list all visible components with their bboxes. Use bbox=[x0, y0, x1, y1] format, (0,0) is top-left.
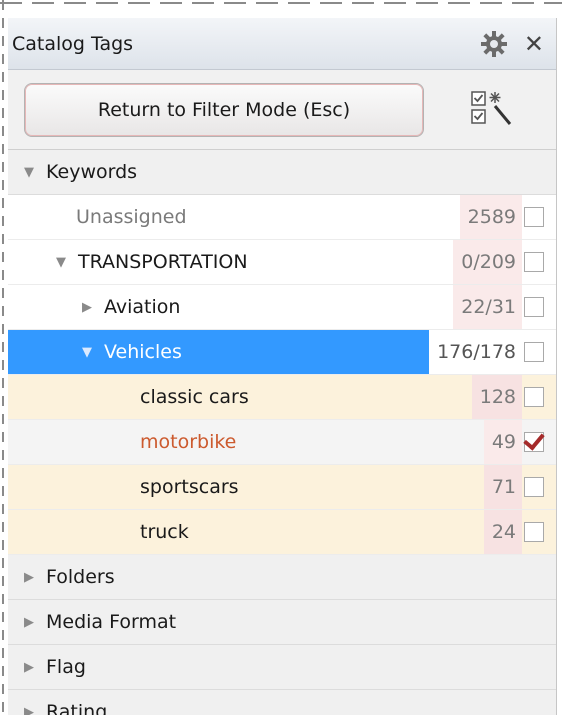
tree-item-label: Aviation bbox=[104, 296, 181, 318]
tag-count: 128 bbox=[471, 375, 522, 419]
tag-count: 71 bbox=[483, 465, 522, 509]
tree-item-label: sportscars bbox=[140, 476, 239, 498]
tag-checkbox[interactable] bbox=[524, 207, 544, 227]
section-label: Folders bbox=[46, 566, 115, 588]
tree-section-folders[interactable]: ▶ Folders bbox=[8, 555, 556, 600]
tree-item-classic-cars[interactable]: classic cars 128 bbox=[8, 375, 556, 420]
tree-item-label: motorbike bbox=[140, 431, 237, 453]
panel-toolbar: Return to Filter Mode (Esc) bbox=[8, 70, 556, 150]
tag-count: 22/31 bbox=[453, 285, 522, 329]
tag-checkbox[interactable] bbox=[524, 297, 544, 317]
expand-toggle-icon[interactable]: ▶ bbox=[24, 570, 46, 585]
tree-section-keywords[interactable]: ▼ Keywords bbox=[8, 150, 556, 195]
checklist-wand-icon[interactable] bbox=[468, 86, 516, 134]
expand-toggle-icon[interactable]: ▶ bbox=[24, 705, 46, 715]
catalog-tags-panel: Catalog Tags ✕ Return to Filter Mode (Es… bbox=[8, 18, 557, 715]
tag-count: 176/178 bbox=[428, 330, 522, 374]
tree-item-sportscars[interactable]: sportscars 71 bbox=[8, 465, 556, 510]
tag-checkbox-checked[interactable] bbox=[524, 432, 544, 452]
tree-item-transportation[interactable]: ▼ TRANSPORTATION 0/209 bbox=[8, 240, 556, 285]
panel-drag-border-left bbox=[0, 0, 6, 715]
panel-titlebar: Catalog Tags ✕ bbox=[8, 18, 556, 70]
tag-count: 24 bbox=[483, 510, 522, 554]
tree-item-aviation[interactable]: ▶ Aviation 22/31 bbox=[8, 285, 556, 330]
return-to-filter-mode-button[interactable]: Return to Filter Mode (Esc) bbox=[24, 82, 424, 137]
expand-toggle-icon[interactable]: ▶ bbox=[24, 660, 46, 675]
section-label: Flag bbox=[46, 656, 86, 678]
tag-count: 49 bbox=[483, 420, 522, 464]
tree-item-unassigned[interactable]: Unassigned 2589 bbox=[8, 195, 556, 240]
panel-title: Catalog Tags bbox=[12, 32, 134, 55]
tag-checkbox[interactable] bbox=[524, 522, 544, 542]
tag-checkbox[interactable] bbox=[524, 387, 544, 407]
tree-section-media-format[interactable]: ▶ Media Format bbox=[8, 600, 556, 645]
tree-item-label: Unassigned bbox=[76, 206, 187, 228]
tree-section-flag[interactable]: ▶ Flag bbox=[8, 645, 556, 690]
tree-item-motorbike[interactable]: motorbike 49 bbox=[8, 420, 556, 465]
gear-icon[interactable] bbox=[480, 30, 508, 58]
expand-toggle-icon[interactable]: ▶ bbox=[24, 615, 46, 630]
tag-count: 0/209 bbox=[453, 240, 522, 284]
tag-checkbox[interactable] bbox=[524, 252, 544, 272]
close-icon[interactable]: ✕ bbox=[524, 32, 544, 56]
expand-toggle-icon[interactable]: ▼ bbox=[24, 165, 46, 180]
section-label: Keywords bbox=[46, 161, 138, 183]
tree-section-rating[interactable]: ▶ Rating bbox=[8, 690, 556, 715]
tree-item-vehicles[interactable]: ▼ Vehicles 176/178 bbox=[8, 330, 556, 375]
tree-item-label: Vehicles bbox=[104, 341, 182, 363]
tag-checkbox[interactable] bbox=[524, 342, 544, 362]
expand-toggle-icon[interactable]: ▼ bbox=[56, 255, 78, 270]
tag-count: 2589 bbox=[459, 195, 522, 239]
tree-item-label: TRANSPORTATION bbox=[78, 251, 248, 273]
panel-drag-border-top bbox=[0, 0, 562, 4]
tree-item-label: truck bbox=[140, 521, 189, 543]
section-label: Rating bbox=[46, 701, 108, 715]
tree-item-truck[interactable]: truck 24 bbox=[8, 510, 556, 555]
tree-item-label: classic cars bbox=[140, 386, 249, 408]
expand-toggle-icon[interactable]: ▼ bbox=[82, 345, 104, 360]
expand-toggle-icon[interactable]: ▶ bbox=[82, 300, 104, 315]
section-label: Media Format bbox=[46, 611, 177, 633]
tag-checkbox[interactable] bbox=[524, 477, 544, 497]
